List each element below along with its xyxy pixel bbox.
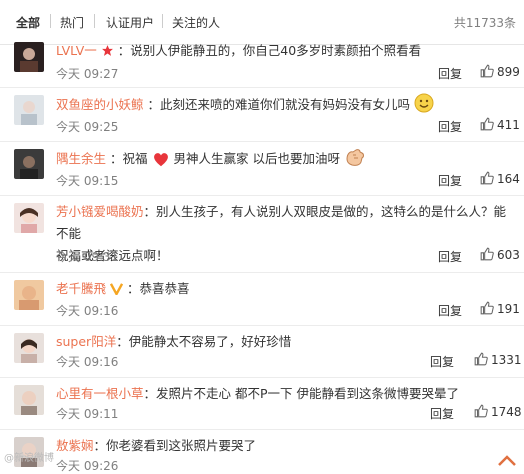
username[interactable]: LVLV一	[56, 43, 97, 58]
reply-button[interactable]: 回复	[430, 353, 454, 370]
comment-item: 心里有一根小草：发照片不走心 都不P一下 伊能静看到这条微博要哭晕了 今天 09…	[0, 377, 524, 430]
like-button[interactable]: 1331	[474, 352, 522, 369]
thumbs-up-icon	[480, 64, 494, 81]
tab-verified[interactable]: 认证用户	[106, 14, 154, 31]
comment-item: 老千騰飛 ：恭喜恭喜 今天 09:16 回复 191	[0, 272, 524, 326]
comment-text-line: 双鱼座的小妖鲸 ：此刻还来喷的难道你们就没有妈妈没有女儿吗	[56, 93, 516, 120]
tab-all[interactable]: 全部	[16, 14, 40, 31]
comment-time: 今天 09:16	[56, 304, 119, 318]
tab-divider	[162, 14, 163, 28]
avatar[interactable]	[14, 333, 44, 363]
reply-button[interactable]: 回复	[438, 65, 462, 82]
thumbs-up-icon	[480, 171, 494, 188]
like-button[interactable]: 603	[480, 247, 520, 264]
tab-divider	[50, 14, 51, 28]
verified-badge-icon	[109, 280, 124, 302]
avatar[interactable]	[14, 42, 44, 72]
comment-text-line: LVLV一 ：说别人伊能静丑的，你自己40多岁时素颜拍个照看看	[56, 40, 516, 64]
tab-hot[interactable]: 热门	[60, 14, 84, 31]
scroll-up-arrow-icon[interactable]	[496, 452, 518, 466]
comment-item: 双鱼座的小妖鲸 ：此刻还来喷的难道你们就没有妈妈没有女儿吗 今天 09:25 回…	[0, 87, 524, 142]
comment-text-line: 心里有一根小草：发照片不走心 都不P一下 伊能静看到这条微博要哭晕了	[56, 383, 516, 405]
username[interactable]: 心里有一根小草	[56, 386, 144, 401]
comment-time: 今天 09:15	[56, 174, 119, 188]
comment-count: 共11733条	[453, 16, 516, 30]
username[interactable]: 隅生余生	[56, 151, 106, 166]
comment-time: 今天 09:31	[56, 250, 119, 264]
like-count: 191	[497, 302, 520, 316]
comment-content: ：你老婆看到这张照片要哭了	[93, 438, 257, 453]
like-count: 164	[497, 172, 520, 186]
comment-content: ：伊能静太不容易了，好好珍惜	[116, 334, 292, 349]
comment-content: ：说别人伊能静丑的，你自己40多岁时素颜拍个照看看	[117, 43, 422, 58]
reply-button[interactable]: 回复	[430, 405, 454, 422]
comment-content: ：发照片不走心 都不P一下 伊能静看到这条微博要哭晕了	[143, 386, 460, 401]
comment-content: ：恭喜恭喜	[126, 281, 190, 296]
comment-text-line: 隅生余生 ：祝福 男神人生赢家 以后也要加油呀	[56, 147, 516, 174]
comment-time: 今天 09:16	[56, 355, 119, 369]
like-button[interactable]: 191	[480, 301, 520, 318]
like-button[interactable]: 1748	[474, 404, 522, 421]
comment-text-line: 老千騰飛 ：恭喜恭喜	[56, 278, 516, 302]
like-button[interactable]: 164	[480, 171, 520, 188]
avatar[interactable]	[14, 149, 44, 179]
thumbs-up-icon	[480, 117, 494, 134]
smile-emoji-icon	[414, 93, 434, 120]
comment-item: 芳小镪爱喝酸奶：别人生孩子，有人说别人双眼皮是做的，这特么的是什么人？能不能 祝…	[0, 195, 524, 273]
reply-button[interactable]: 回复	[438, 172, 462, 189]
comment-text-line: super阳洋：伊能静太不容易了，好好珍惜	[56, 331, 516, 353]
username[interactable]: super阳洋	[56, 334, 116, 349]
like-button[interactable]: 899	[480, 64, 520, 81]
like-count: 603	[497, 248, 520, 262]
thumbs-up-icon	[474, 352, 488, 369]
avatar[interactable]	[14, 385, 44, 415]
comment-content: 男神人生赢家 以后也要加油呀	[173, 151, 340, 166]
comment-item: 隅生余生 ：祝福 男神人生赢家 以后也要加油呀 今天 09:15 回复 164	[0, 141, 524, 196]
reply-button[interactable]: 回复	[438, 118, 462, 135]
watermark: @新浪微博	[4, 453, 54, 464]
comment-time: 今天 09:25	[56, 120, 119, 134]
star-badge-icon	[101, 42, 114, 64]
reply-button[interactable]: 回复	[438, 248, 462, 265]
thumbs-up-icon	[480, 301, 494, 318]
avatar[interactable]	[14, 280, 44, 310]
comment-item: LVLV一 ：说别人伊能静丑的，你自己40多岁时素颜拍个照看看 今天 09:27…	[0, 34, 524, 88]
like-count: 411	[497, 118, 520, 132]
username[interactable]: 老千騰飛	[56, 281, 106, 296]
fist-emoji-icon	[344, 147, 366, 174]
avatar[interactable]	[14, 203, 44, 233]
like-count: 899	[497, 65, 520, 79]
username[interactable]: 芳小镪爱喝酸奶	[56, 204, 144, 219]
avatar[interactable]	[14, 95, 44, 125]
reply-button[interactable]: 回复	[438, 302, 462, 319]
like-button[interactable]: 411	[480, 117, 520, 134]
tab-divider	[94, 14, 95, 28]
like-count: 1331	[491, 353, 522, 367]
comment-time: 今天 09:11	[56, 407, 119, 421]
comment-content: ：此刻还来喷的难道你们就没有妈妈没有女儿吗	[147, 97, 411, 112]
comment-item: super阳洋：伊能静太不容易了，好好珍惜 今天 09:16 回复 1331	[0, 325, 524, 378]
thumbs-up-icon	[474, 404, 488, 421]
thumbs-up-icon	[480, 247, 494, 264]
username[interactable]: 双鱼座的小妖鲸	[56, 97, 144, 112]
heart-emoji-icon	[152, 151, 170, 174]
like-count: 1748	[491, 405, 522, 419]
comment-time: 今天 09:27	[56, 67, 119, 81]
comment-content: ：祝福	[110, 151, 148, 166]
comment-text-line: 敖紫娴：你老婆看到这张照片要哭了	[56, 435, 516, 457]
tab-following[interactable]: 关注的人	[172, 14, 220, 31]
